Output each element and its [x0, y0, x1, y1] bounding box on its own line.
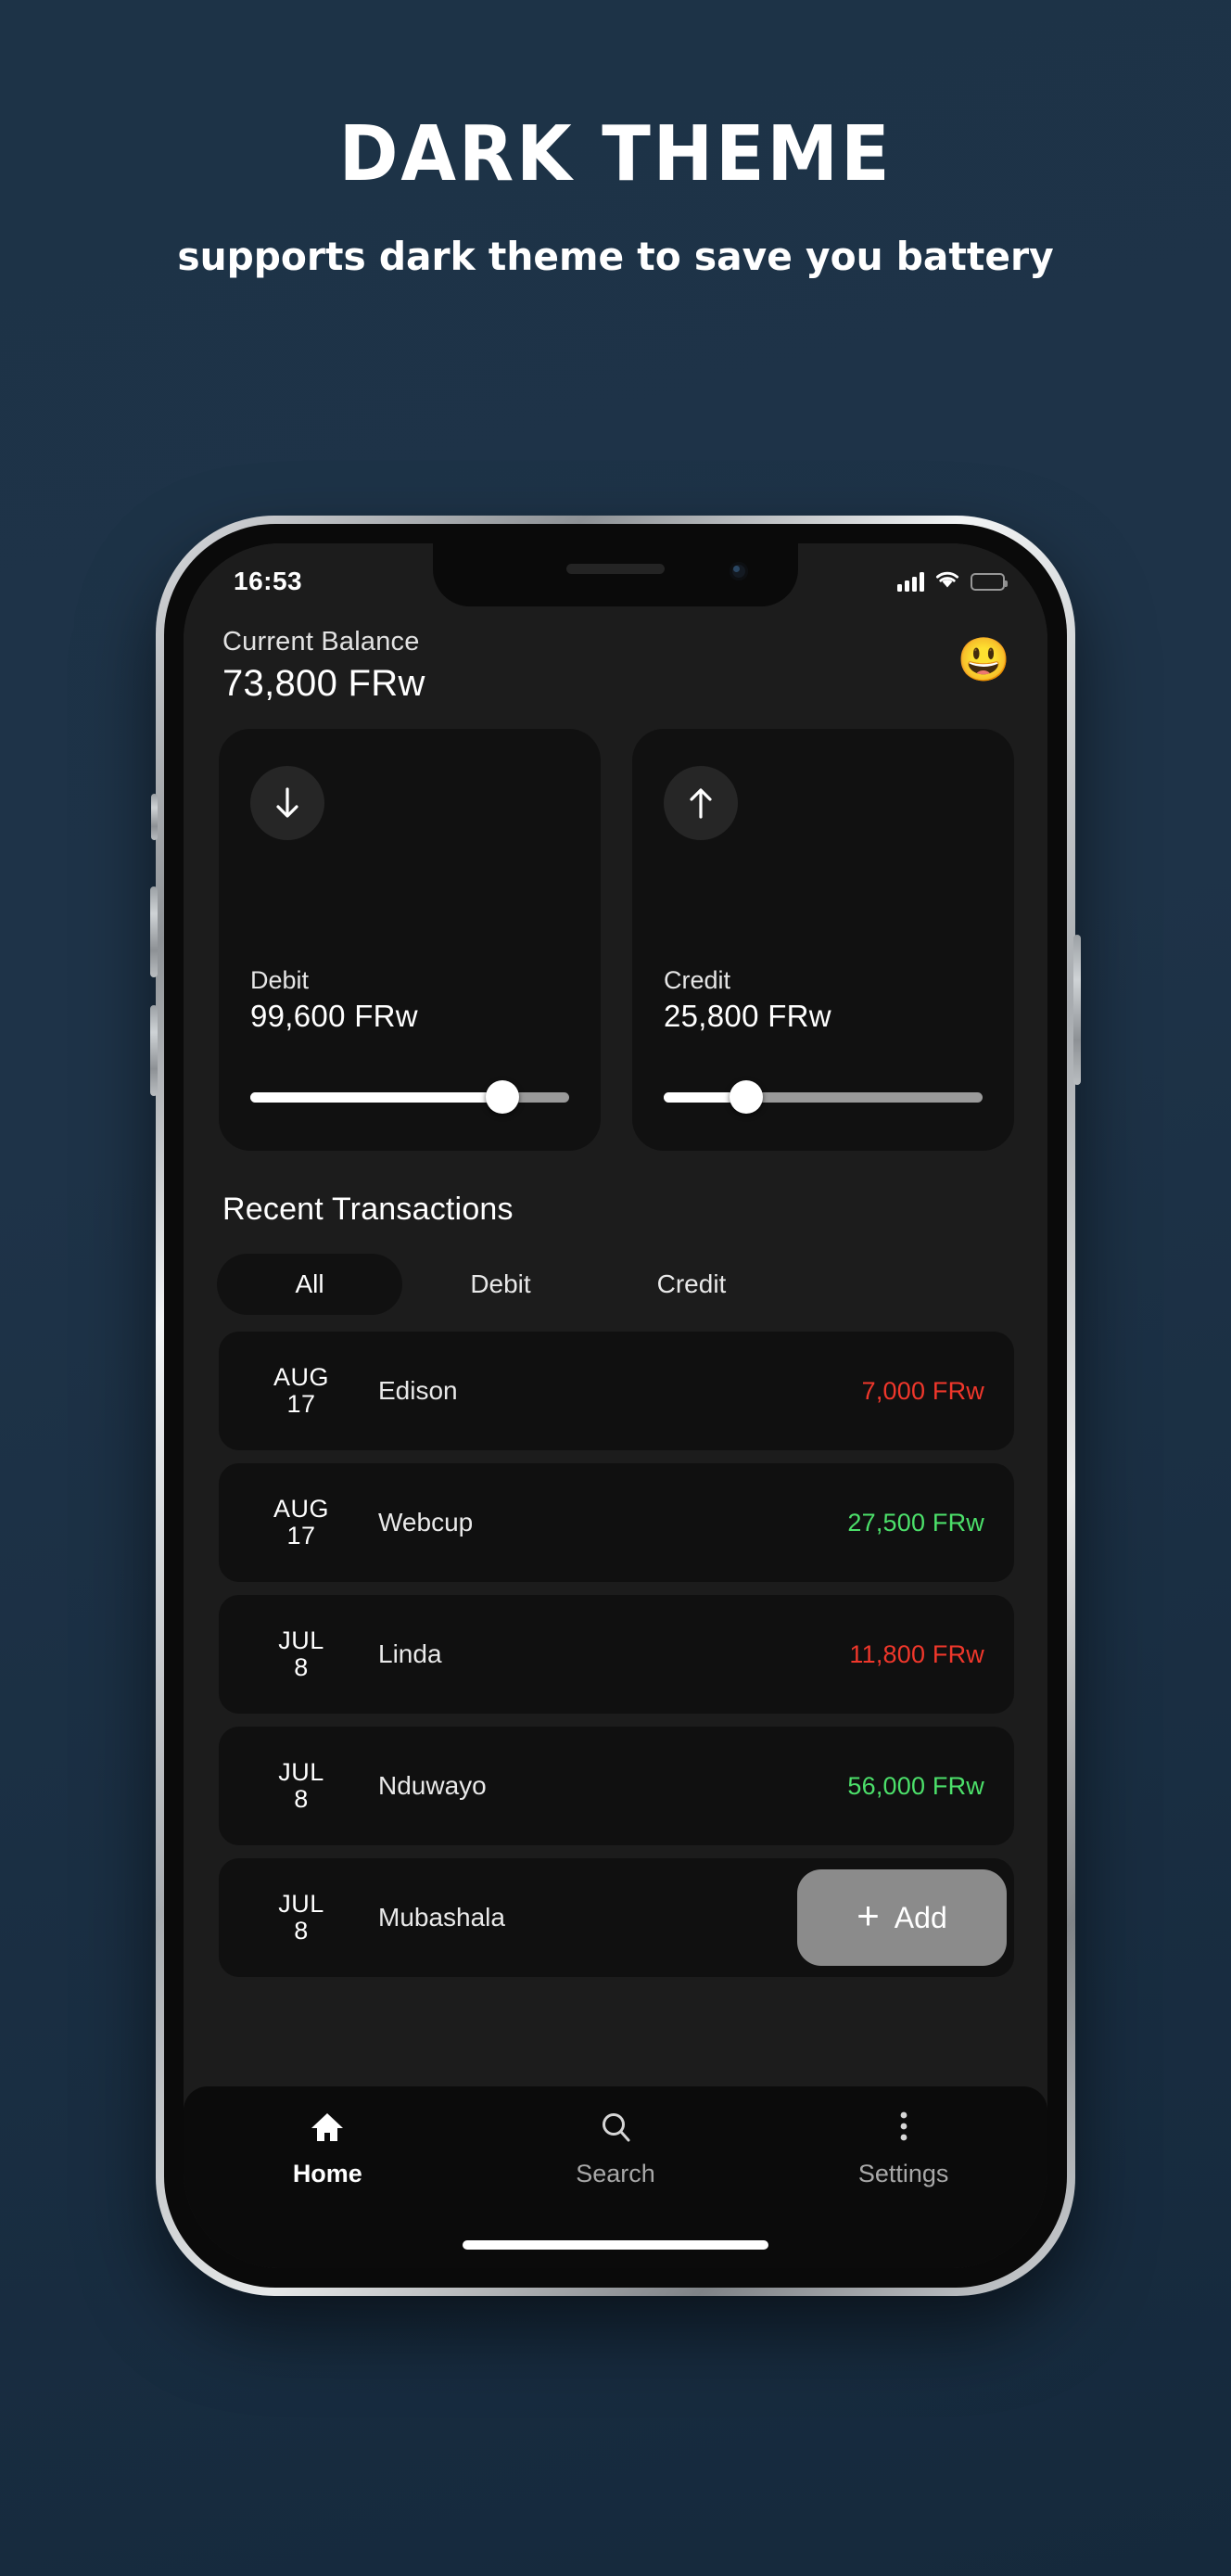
transaction-day: 17 [286, 1390, 316, 1418]
phone-bezel: 16:53 Current Balance 73,800 FRw 😃 Debit… [164, 524, 1067, 2288]
transaction-amount: 27,500 FRw [847, 1508, 984, 1537]
transaction-date: JUL 8 [247, 1889, 356, 1945]
transaction-amount: 11,800 FRw [849, 1639, 984, 1668]
volume-down-button[interactable] [150, 1005, 158, 1096]
card-amount: 99,600 FRw [250, 999, 418, 1033]
transaction-list: AUG 17 Edison 7,000 FRw AUG 17 Webcup 27… [184, 1315, 1047, 1977]
phone-mockup: 16:53 Current Balance 73,800 FRw 😃 Debit… [150, 516, 1081, 2296]
summary-cards: Debit 99,600 FRw Credit 25,800 FRw [184, 705, 1047, 1151]
tab-credit[interactable]: Credit [599, 1254, 784, 1315]
tab-debit[interactable]: Debit [408, 1254, 593, 1315]
table-row[interactable]: JUL 8 Linda 11,800 FRw [219, 1595, 1014, 1714]
app-content: Current Balance 73,800 FRw 😃 Debit 99,60… [184, 543, 1047, 2268]
balance-value: 73,800 FRw [222, 663, 425, 704]
transaction-day: 17 [286, 1522, 316, 1549]
debit-slider[interactable] [250, 1080, 569, 1114]
transaction-amount: 7,000 FRw [861, 1376, 984, 1405]
summary-card-debit[interactable]: Debit 99,600 FRw [219, 729, 601, 1151]
transaction-amount: 56,000 FRw [847, 1771, 984, 1800]
tab-all[interactable]: All [217, 1254, 402, 1315]
transaction-day: 8 [294, 1653, 309, 1681]
balance-block: Current Balance 73,800 FRw [222, 627, 425, 705]
transaction-day: 8 [294, 1785, 309, 1813]
table-row[interactable]: AUG 17 Webcup 27,500 FRw [219, 1463, 1014, 1582]
status-icons [897, 569, 1008, 593]
table-row[interactable]: JUL 8 Mubashala + Add [219, 1858, 1014, 1977]
transaction-month: JUL [278, 1757, 324, 1786]
transaction-date: JUL 8 [247, 1626, 356, 1681]
nav-label: Settings [857, 2160, 949, 2187]
phone-screen: 16:53 Current Balance 73,800 FRw 😃 Debit… [184, 543, 1047, 2268]
arrow-down-icon [250, 766, 324, 840]
table-row[interactable]: JUL 8 Nduwayo 56,000 FRw [219, 1727, 1014, 1845]
arrow-up-icon [664, 766, 738, 840]
transaction-date: JUL 8 [247, 1757, 356, 1813]
section-title-recent-transactions: Recent Transactions [222, 1192, 514, 1227]
transaction-date: AUG 17 [247, 1362, 356, 1418]
transaction-name: Edison [378, 1376, 458, 1405]
page-subtitle: supports dark theme to save you battery [177, 234, 1054, 279]
plus-icon: + [857, 1894, 880, 1937]
cellular-signal-icon [897, 571, 924, 592]
slider-thumb[interactable] [730, 1080, 764, 1114]
nav-item-settings[interactable]: Settings [811, 2111, 996, 2188]
balance-header: Current Balance 73,800 FRw 😃 [184, 606, 1047, 705]
slider-fill [250, 1091, 502, 1103]
page-title: DARK THEME [338, 110, 893, 198]
transaction-name: Linda [378, 1639, 442, 1668]
card-label: Credit [664, 966, 731, 994]
phone-frame: 16:53 Current Balance 73,800 FRw 😃 Debit… [150, 516, 1081, 2296]
battery-low-icon [971, 572, 1008, 591]
table-row[interactable]: AUG 17 Edison 7,000 FRw [219, 1332, 1014, 1450]
transaction-date: AUG 17 [247, 1494, 356, 1549]
credit-slider[interactable] [664, 1080, 983, 1114]
wifi-icon [934, 569, 960, 593]
card-amount: 25,800 FRw [664, 999, 831, 1033]
nav-item-search[interactable]: Search [523, 2111, 708, 2188]
summary-card-credit[interactable]: Credit 25,800 FRw [632, 729, 1014, 1151]
balance-label: Current Balance [222, 627, 420, 657]
transaction-filter-tabs: All Debit Credit [184, 1228, 1047, 1315]
add-transaction-button[interactable]: + Add [797, 1869, 1007, 1966]
promo-header: DARK THEME supports dark theme to save y… [0, 0, 1231, 280]
transaction-month: AUG [273, 1494, 329, 1523]
transaction-name: Webcup [378, 1508, 474, 1537]
nav-label: Search [576, 2160, 655, 2187]
search-icon [598, 2111, 633, 2149]
add-button-label: Add [894, 1900, 947, 1934]
transaction-month: JUL [278, 1889, 324, 1918]
more-vertical-icon [886, 2111, 921, 2149]
transaction-month: AUG [273, 1362, 329, 1391]
slider-thumb[interactable] [485, 1080, 519, 1114]
transaction-day: 8 [294, 1917, 309, 1945]
home-icon [310, 2111, 345, 2149]
transaction-name: Nduwayo [378, 1771, 487, 1800]
silent-switch[interactable] [151, 794, 158, 840]
card-label: Debit [250, 966, 310, 994]
nav-item-home[interactable]: Home [235, 2111, 420, 2188]
home-indicator[interactable] [463, 2240, 768, 2250]
promo-screenshot: DARK THEME supports dark theme to save y… [0, 0, 1231, 2576]
status-bar: 16:53 [184, 543, 1047, 606]
transaction-month: JUL [278, 1626, 324, 1654]
mood-emoji[interactable]: 😃 [958, 638, 1010, 681]
volume-up-button[interactable] [150, 886, 158, 977]
status-time: 16:53 [234, 567, 303, 595]
nav-label: Home [292, 2160, 362, 2187]
power-button[interactable] [1073, 935, 1081, 1085]
